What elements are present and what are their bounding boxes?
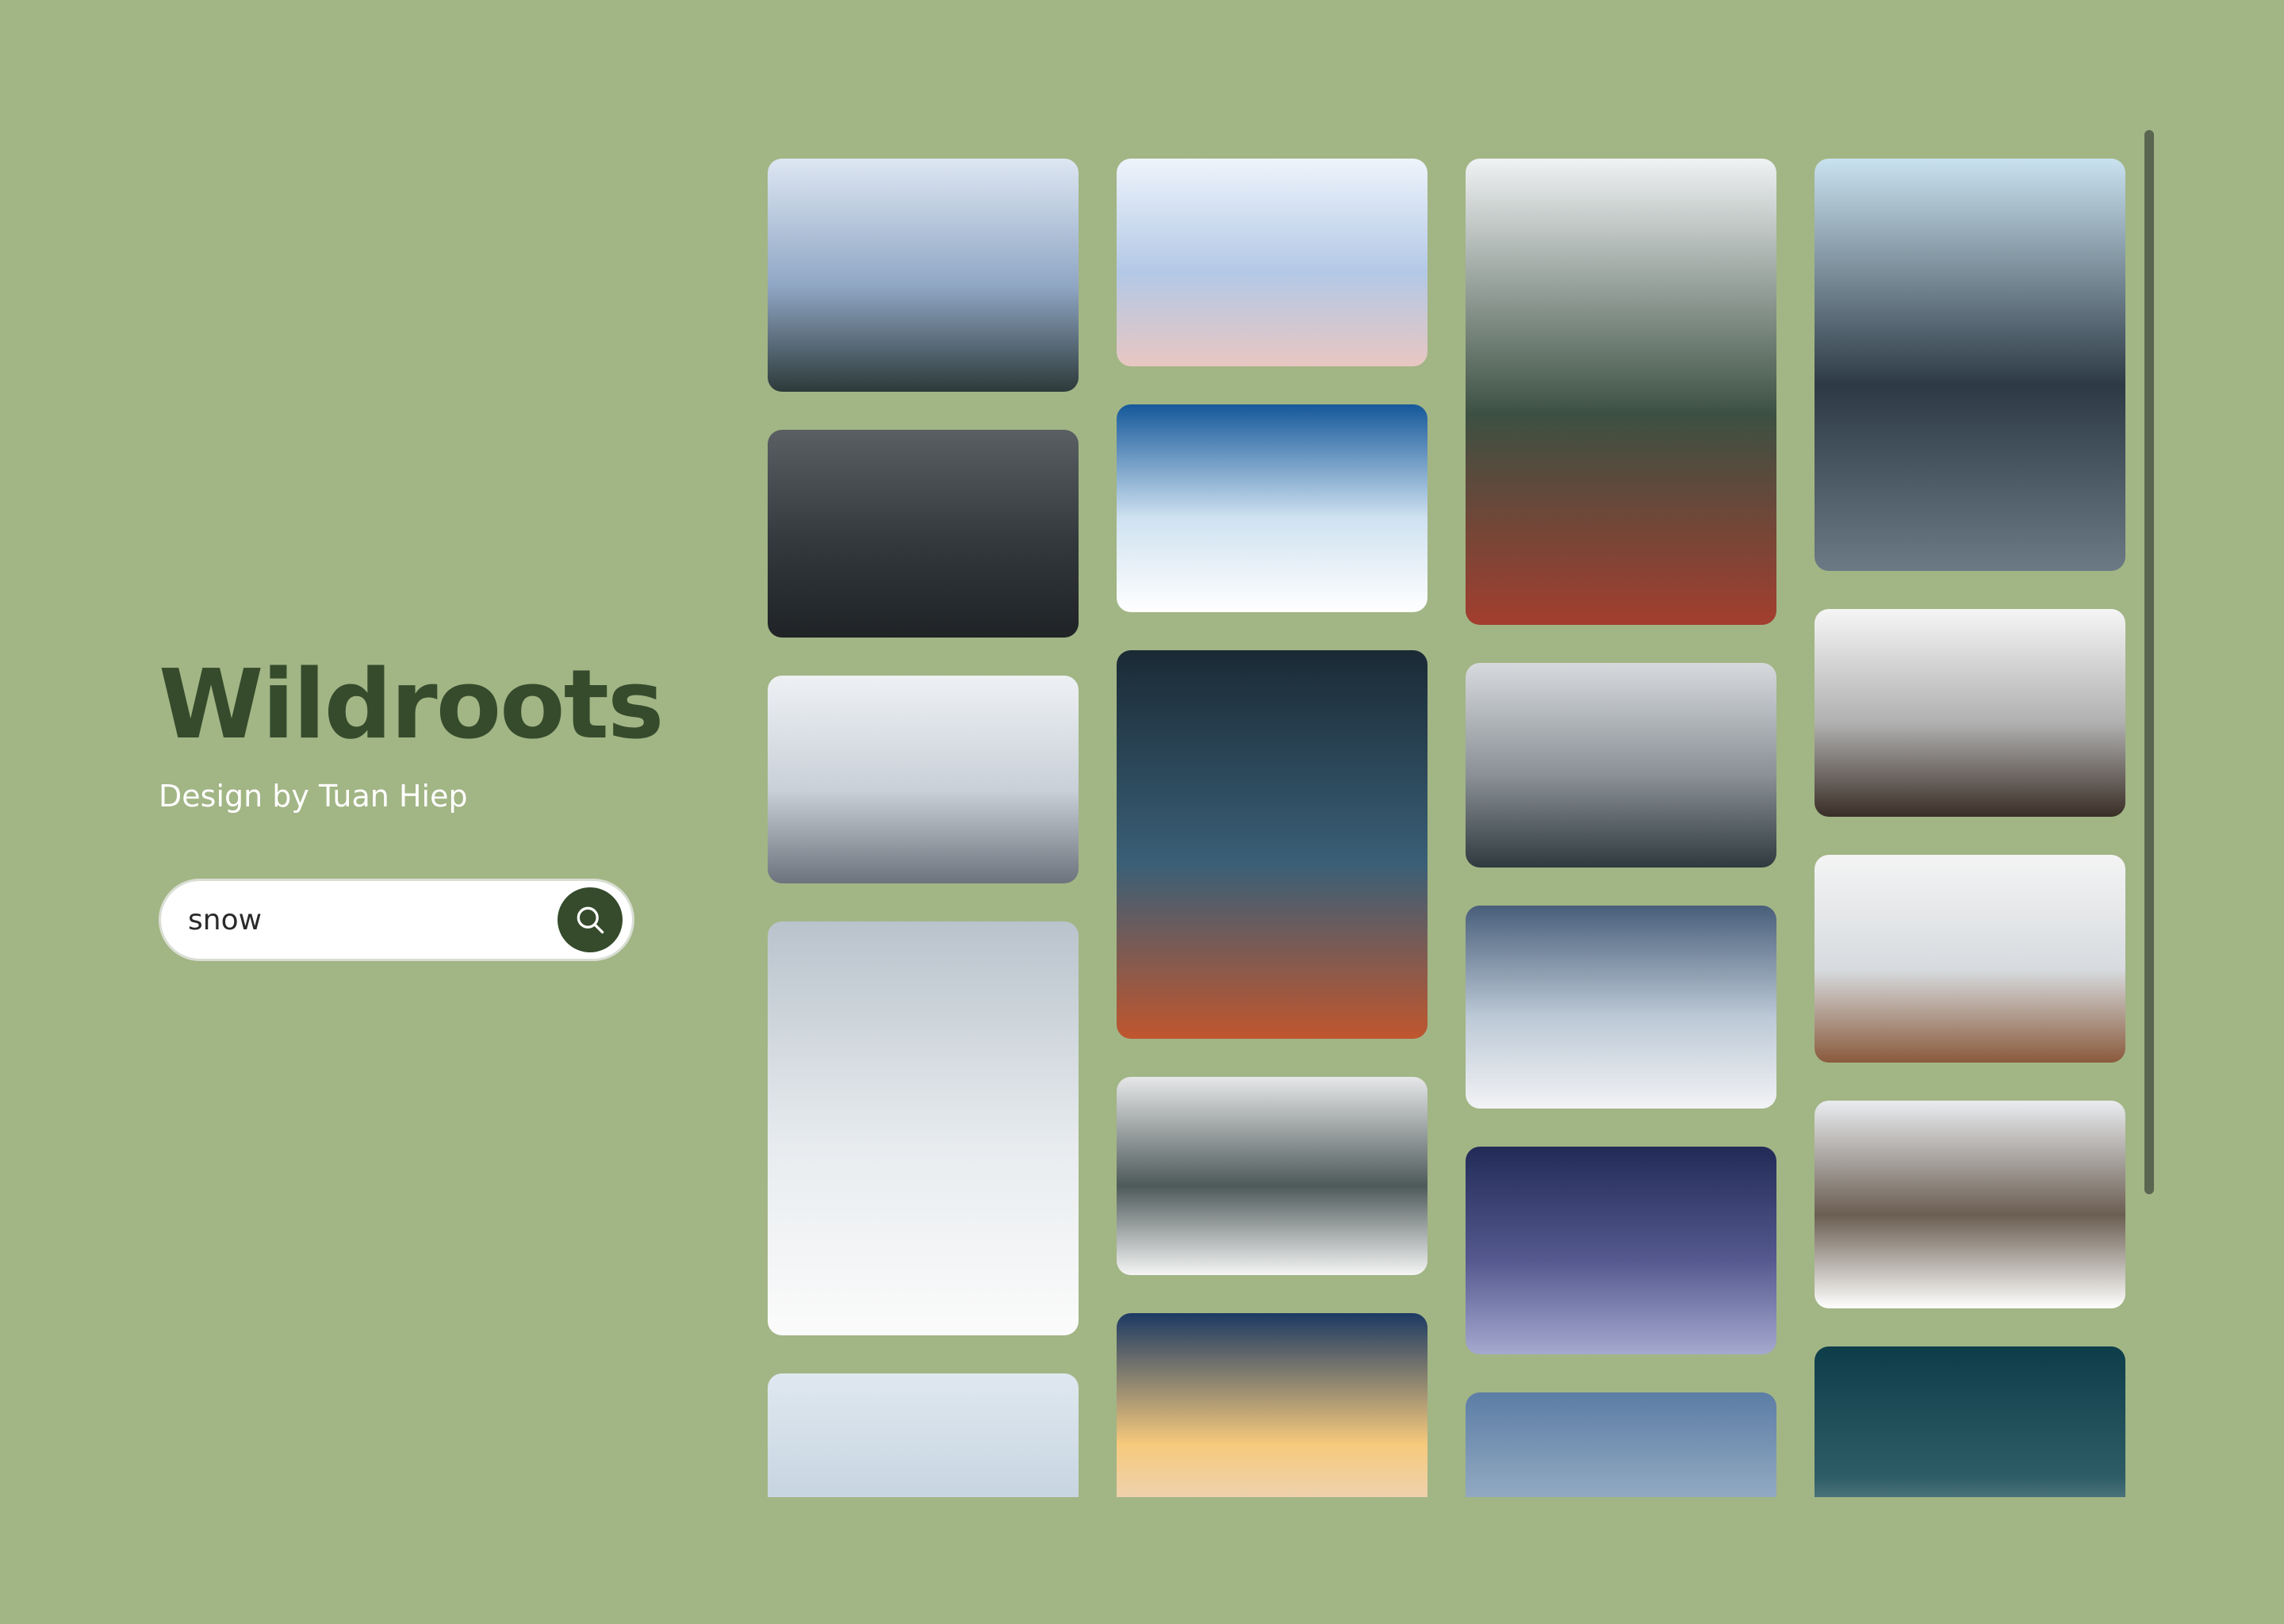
image-tile-misty-forest-snow[interactable] [1117,1077,1428,1275]
site-title: Wildroots [159,650,664,760]
image-gallery [768,159,2125,1497]
image-tile-red-cabin-snowy-pines[interactable] [1466,159,1776,625]
image-tile-teal-mountain-valley[interactable] [1815,1346,2125,1497]
image-tile-purple-mountain-valley[interactable] [1466,1147,1776,1354]
gallery-scrollbar[interactable] [2144,130,2154,1194]
image-tile-blue-gradient-sky[interactable] [1466,1392,1776,1497]
search-button[interactable] [558,887,623,952]
image-tile-snow-dunes[interactable] [1117,159,1428,366]
image-tile-snowy-plain-blue-dusk[interactable] [1466,906,1776,1109]
image-tile-snowy-alley-at-night[interactable] [1117,650,1428,1039]
image-tile-snowflake-macro[interactable] [768,159,1079,392]
site-subtitle: Design by Tuan Hiep [159,779,468,814]
search-bar [159,879,634,961]
image-tile-snowy-city-street[interactable] [768,676,1079,883]
brand: Wildroots Design by Tuan Hiep [159,650,664,814]
image-tile-sunset-snow-trees[interactable] [1117,1313,1428,1497]
search-input[interactable] [188,903,558,936]
image-tile-frost-crystals-on-glass[interactable] [1815,159,2125,571]
image-tile-falling-snow-dark[interactable] [768,430,1079,638]
image-tile-church-in-snowy-valley[interactable] [1466,663,1776,868]
image-tile-snowy-mountains-sky[interactable] [768,1373,1079,1497]
image-tile-snowy-mountain-blue-sky[interactable] [1117,404,1428,612]
search-icon [577,906,604,934]
image-tile-aerial-snowy-forest[interactable] [768,921,1079,1335]
image-tile-snowy-plant-close-up[interactable] [1815,609,2125,817]
image-tile-cabin-in-snowy-landscape[interactable] [1815,855,2125,1063]
image-tile-snowy-tree-road[interactable] [1815,1101,2125,1308]
